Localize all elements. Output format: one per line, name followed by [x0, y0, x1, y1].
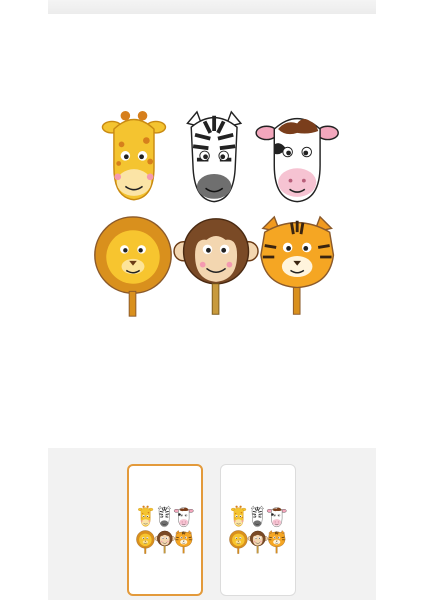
- thumbnail-1[interactable]: [127, 464, 203, 596]
- main-product-image[interactable]: [48, 14, 376, 444]
- animal-foil-balloons-icon: [92, 110, 341, 319]
- thumbnail-strip: [48, 448, 376, 600]
- product-gallery-page: [0, 0, 424, 600]
- thumbnail-2[interactable]: [220, 464, 296, 596]
- top-divider-strip: [48, 0, 376, 15]
- animal-foil-balloons-thumbnail-icon: [136, 505, 194, 555]
- animal-foil-balloons-thumbnail-icon: [229, 505, 287, 555]
